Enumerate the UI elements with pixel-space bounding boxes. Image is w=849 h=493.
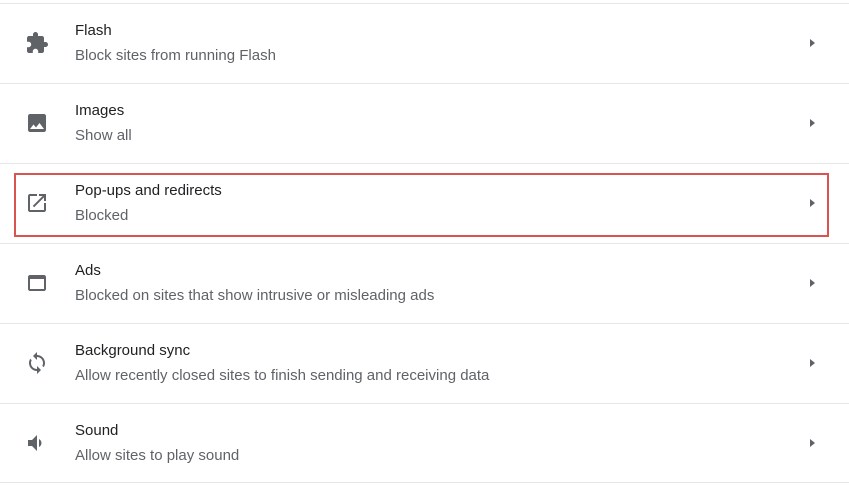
chevron-right-icon[interactable] [805,276,819,290]
setting-row-background-sync[interactable]: Background sync Allow recently closed si… [0,323,849,403]
open-in-new-icon [25,191,49,215]
browser-window-icon [25,271,49,295]
chevron-right-icon[interactable] [805,196,819,210]
setting-subtitle: Blocked on sites that show intrusive or … [75,287,435,304]
setting-subtitle: Allow sites to play sound [75,447,240,464]
setting-title: Images [75,102,125,119]
chevron-right-icon[interactable] [805,116,819,130]
image-icon [25,111,49,135]
setting-row-ads[interactable]: Ads Blocked on sites that show intrusive… [0,243,849,323]
setting-title: Flash [75,22,112,39]
chevron-right-icon[interactable] [805,356,819,370]
setting-title: Ads [75,262,101,279]
setting-row-sound[interactable]: Sound Allow sites to play sound [0,403,849,483]
setting-subtitle: Show all [75,127,132,144]
setting-subtitle: Block sites from running Flash [75,47,276,64]
volume-icon [25,431,49,455]
setting-subtitle: Blocked [75,207,129,224]
chevron-right-icon[interactable] [805,36,819,50]
setting-title: Background sync [75,342,191,359]
content-settings-list: Flash Block sites from running Flash Ima… [0,3,849,483]
chevron-right-icon[interactable] [805,436,819,450]
setting-row-popups[interactable]: Pop-ups and redirects Blocked [0,163,849,243]
setting-title: Pop-ups and redirects [75,182,222,199]
puzzle-icon [25,31,49,55]
setting-title: Sound [75,422,119,439]
sync-icon [25,351,49,375]
setting-subtitle: Allow recently closed sites to finish se… [75,367,490,384]
setting-row-flash[interactable]: Flash Block sites from running Flash [0,3,849,83]
setting-row-images[interactable]: Images Show all [0,83,849,163]
